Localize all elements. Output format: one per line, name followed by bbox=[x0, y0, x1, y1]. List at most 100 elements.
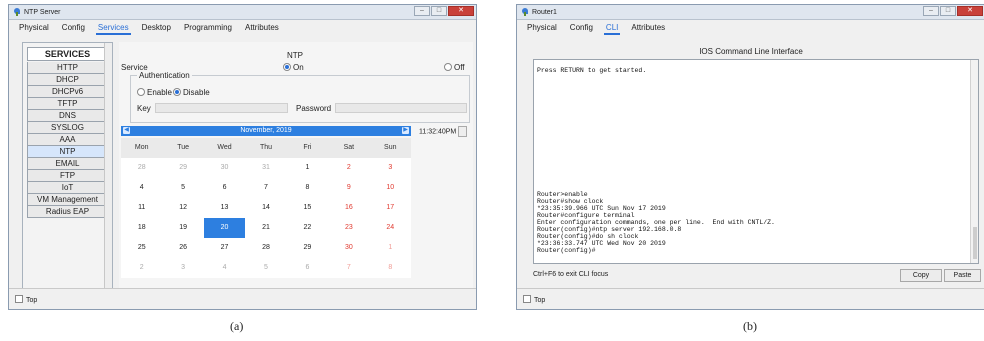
service-item-radius-eap[interactable]: Radius EAP bbox=[27, 206, 108, 218]
calendar-day[interactable]: 7 bbox=[328, 258, 370, 278]
calendar-day[interactable]: 28 bbox=[121, 158, 163, 178]
next-month-icon[interactable]: ▶ bbox=[402, 127, 409, 134]
maximize-icon[interactable]: □ bbox=[940, 6, 956, 16]
service-on-radio[interactable]: On bbox=[283, 63, 304, 72]
calendar-day[interactable]: 23 bbox=[328, 218, 370, 238]
tab-services[interactable]: Services bbox=[95, 22, 131, 35]
bottom-bar: Top bbox=[517, 288, 984, 309]
password-field[interactable] bbox=[335, 103, 467, 113]
calendar-day[interactable]: 1 bbox=[369, 238, 411, 258]
auth-enable-radio[interactable]: Enable bbox=[137, 88, 172, 97]
service-item-aaa[interactable]: AAA bbox=[27, 134, 108, 146]
calendar-day[interactable]: 10 bbox=[369, 178, 411, 198]
calendar-day[interactable]: 28 bbox=[245, 238, 287, 258]
calendar-day[interactable]: 2 bbox=[328, 158, 370, 178]
calendar-day[interactable]: 2 bbox=[121, 258, 163, 278]
service-item-ntp[interactable]: NTP bbox=[27, 146, 108, 158]
services-list: SERVICES HTTP DHCP DHCPv6 TFTP DNS SYSLO… bbox=[22, 42, 113, 290]
cli-line: Router>enable bbox=[537, 191, 588, 198]
calendar-day[interactable]: 11 bbox=[121, 198, 163, 218]
cli-scrollbar[interactable] bbox=[970, 60, 978, 263]
calendar-day[interactable]: 13 bbox=[203, 198, 246, 218]
calendar-day[interactable]: 14 bbox=[245, 198, 287, 218]
service-item-syslog[interactable]: SYSLOG bbox=[27, 122, 108, 134]
service-item-tftp[interactable]: TFTP bbox=[27, 98, 108, 110]
calendar-day[interactable]: 18 bbox=[121, 218, 163, 238]
service-item-dns[interactable]: DNS bbox=[27, 110, 108, 122]
caption-b: (b) bbox=[743, 319, 757, 333]
calendar-day[interactable]: 7 bbox=[245, 178, 287, 198]
calendar-day[interactable]: 12 bbox=[162, 198, 204, 218]
tab-attributes[interactable]: Attributes bbox=[629, 22, 667, 35]
calendar-day[interactable]: 1 bbox=[286, 158, 329, 178]
minimize-icon[interactable]: – bbox=[414, 6, 430, 16]
calendar-day[interactable]: 3 bbox=[369, 158, 411, 178]
tab-physical[interactable]: Physical bbox=[525, 22, 559, 35]
checkbox-icon bbox=[15, 295, 23, 303]
key-field[interactable] bbox=[155, 103, 288, 113]
calendar-day[interactable]: 29 bbox=[162, 158, 204, 178]
calendar-day[interactable]: 5 bbox=[245, 258, 287, 278]
service-item-vm-management[interactable]: VM Management bbox=[27, 194, 108, 206]
calendar-day[interactable]: 24 bbox=[369, 218, 411, 238]
paste-button[interactable]: Paste bbox=[944, 269, 981, 282]
calendar-day[interactable]: 29 bbox=[286, 238, 329, 258]
minimize-icon[interactable]: – bbox=[923, 6, 939, 16]
services-scrollbar[interactable] bbox=[104, 43, 112, 289]
service-item-email[interactable]: EMAIL bbox=[27, 158, 108, 170]
service-item-ftp[interactable]: FTP bbox=[27, 170, 108, 182]
close-icon[interactable]: ✕ bbox=[448, 6, 474, 16]
calendar-day[interactable]: 30 bbox=[328, 238, 370, 258]
tab-config[interactable]: Config bbox=[568, 22, 595, 35]
service-item-http[interactable]: HTTP bbox=[27, 62, 108, 74]
calendar-day[interactable]: 30 bbox=[203, 158, 246, 178]
close-icon[interactable]: ✕ bbox=[957, 6, 983, 16]
tab-attributes[interactable]: Attributes bbox=[243, 22, 281, 35]
calendar-day[interactable]: 22 bbox=[286, 218, 329, 238]
maximize-icon[interactable]: □ bbox=[431, 6, 447, 16]
calendar-day[interactable]: 4 bbox=[121, 178, 163, 198]
cli-start-line: Press RETURN to get started. bbox=[537, 67, 647, 74]
tab-physical[interactable]: Physical bbox=[17, 22, 51, 35]
calendar-day[interactable]: 4 bbox=[203, 258, 246, 278]
calendar-day[interactable]: 8 bbox=[369, 258, 411, 278]
calendar-day[interactable]: 8 bbox=[286, 178, 329, 198]
calendar-day[interactable]: 31 bbox=[245, 158, 287, 178]
prev-month-icon[interactable]: ◀ bbox=[123, 127, 130, 134]
cli-scroll-thumb[interactable] bbox=[973, 227, 977, 259]
cli-console[interactable]: Press RETURN to get started. Router>enab… bbox=[533, 59, 979, 264]
service-off-radio[interactable]: Off bbox=[444, 63, 465, 72]
calendar-day[interactable]: 27 bbox=[203, 238, 246, 258]
auth-disable-radio[interactable]: Disable bbox=[173, 88, 210, 97]
service-item-dhcpv6[interactable]: DHCPv6 bbox=[27, 86, 108, 98]
service-item-dhcp[interactable]: DHCP bbox=[27, 74, 108, 86]
weekday-header: Thu bbox=[245, 138, 287, 158]
time-spinner[interactable]: 11:32:40PM bbox=[419, 126, 468, 137]
calendar-day[interactable]: 26 bbox=[162, 238, 204, 258]
calendar-day[interactable]: 25 bbox=[121, 238, 163, 258]
calendar-day[interactable]: 16 bbox=[328, 198, 370, 218]
top-checkbox[interactable]: Top bbox=[523, 295, 545, 304]
top-checkbox[interactable]: Top bbox=[15, 295, 37, 304]
weekday-header: Wed bbox=[203, 138, 246, 158]
spinner-icon[interactable] bbox=[458, 126, 468, 137]
title-bar: NTP Server – □ ✕ bbox=[9, 5, 476, 20]
calendar-day[interactable]: 19 bbox=[162, 218, 204, 238]
tab-desktop[interactable]: Desktop bbox=[140, 22, 173, 35]
tab-programming[interactable]: Programming bbox=[182, 22, 234, 35]
key-label: Key bbox=[137, 104, 151, 113]
calendar-day[interactable]: 5 bbox=[162, 178, 204, 198]
tab-config[interactable]: Config bbox=[60, 22, 87, 35]
calendar-day[interactable]: 20 bbox=[203, 218, 246, 238]
calendar-day[interactable]: 6 bbox=[286, 258, 329, 278]
service-item-iot[interactable]: IoT bbox=[27, 182, 108, 194]
calendar-day[interactable]: 15 bbox=[286, 198, 329, 218]
calendar-day[interactable]: 9 bbox=[328, 178, 370, 198]
calendar-day[interactable]: 6 bbox=[203, 178, 246, 198]
calendar-day[interactable]: 21 bbox=[245, 218, 287, 238]
tab-cli[interactable]: CLI bbox=[603, 22, 621, 35]
calendar-day[interactable]: 17 bbox=[369, 198, 411, 218]
checkbox-icon bbox=[523, 295, 531, 303]
calendar-day[interactable]: 3 bbox=[162, 258, 204, 278]
copy-button[interactable]: Copy bbox=[900, 269, 942, 282]
